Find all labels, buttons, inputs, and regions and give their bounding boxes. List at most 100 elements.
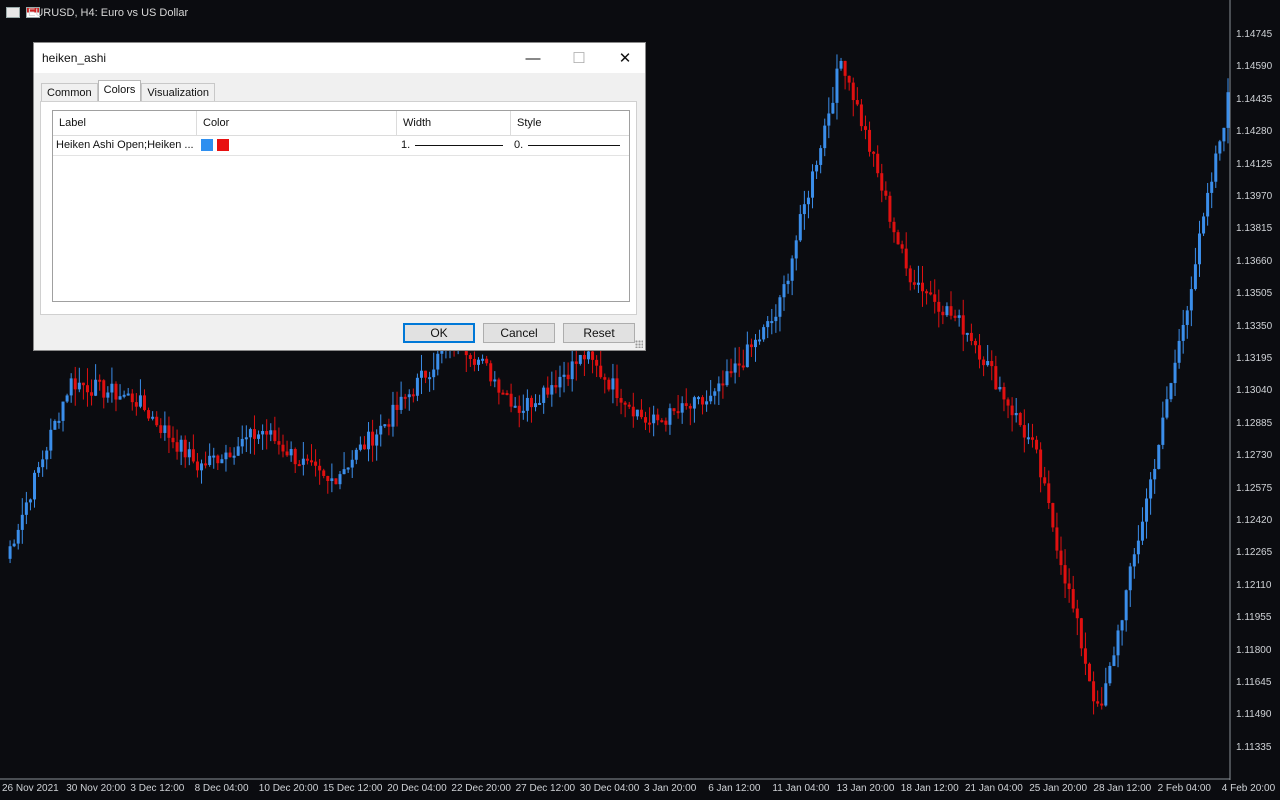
price-tick-label: 1.14125 bbox=[1236, 158, 1273, 170]
candle-body bbox=[1112, 655, 1116, 666]
candle-body bbox=[1173, 362, 1177, 384]
candle-body bbox=[261, 431, 265, 435]
chart-menu-icon[interactable] bbox=[6, 7, 20, 18]
candle-body bbox=[688, 405, 692, 409]
row-width-value[interactable]: 1. bbox=[401, 135, 413, 155]
candle-body bbox=[334, 478, 338, 485]
candle-body bbox=[994, 366, 998, 390]
candle-body bbox=[949, 306, 953, 316]
ok-button[interactable]: OK bbox=[403, 323, 475, 343]
candle-body bbox=[986, 361, 990, 366]
candle-body bbox=[513, 405, 517, 408]
candle-body bbox=[737, 363, 741, 366]
candle-body bbox=[863, 126, 867, 130]
candle-body bbox=[1149, 479, 1153, 499]
candle-body bbox=[45, 450, 49, 460]
candle-body bbox=[57, 420, 61, 423]
candle-body bbox=[228, 452, 232, 458]
candle-body bbox=[835, 68, 839, 103]
price-tick-label: 1.11645 bbox=[1236, 677, 1272, 688]
candle-body bbox=[843, 60, 847, 76]
candle-body bbox=[1153, 468, 1157, 480]
candle-body bbox=[607, 379, 611, 390]
candle-body bbox=[102, 380, 106, 398]
candle-body bbox=[1071, 589, 1075, 609]
price-tick-label: 1.12110 bbox=[1236, 579, 1272, 591]
minimize-icon[interactable]: — bbox=[510, 43, 556, 73]
candle-body bbox=[501, 392, 505, 395]
col-header-label[interactable]: Label bbox=[53, 111, 197, 135]
candle-body bbox=[827, 113, 831, 126]
candle-body bbox=[1185, 310, 1189, 325]
col-header-style[interactable]: Style bbox=[511, 111, 629, 135]
dialog-titlebar[interactable]: heiken_ashi — ☐ ✕ bbox=[34, 43, 645, 73]
maximize-icon: ☐ bbox=[572, 50, 586, 67]
candle-body bbox=[554, 385, 558, 388]
candle-body bbox=[1100, 703, 1104, 706]
candle-body bbox=[212, 455, 216, 458]
tab-colors[interactable]: Colors bbox=[97, 80, 142, 102]
candle-body bbox=[745, 344, 749, 368]
candle-body bbox=[1210, 181, 1214, 193]
price-tick-label: 1.13660 bbox=[1236, 255, 1273, 267]
price-tick-label: 1.13350 bbox=[1236, 320, 1273, 332]
candle-body bbox=[713, 391, 717, 396]
candle-body bbox=[672, 408, 676, 412]
candle-body bbox=[12, 543, 16, 547]
color-swatch-bear[interactable] bbox=[217, 139, 229, 151]
candle-body bbox=[269, 430, 273, 435]
candle-body bbox=[749, 344, 753, 348]
row-style-value[interactable]: 0. bbox=[514, 135, 526, 155]
candle-body bbox=[1030, 437, 1034, 440]
candle-body bbox=[90, 392, 94, 396]
candle-body bbox=[126, 393, 130, 396]
candle-body bbox=[676, 411, 680, 414]
candle-body bbox=[358, 444, 362, 450]
candle-body bbox=[216, 455, 220, 464]
candle-body bbox=[481, 358, 485, 361]
candle-body bbox=[705, 401, 709, 405]
candle-body bbox=[741, 365, 745, 368]
candle-body bbox=[379, 425, 383, 435]
color-swatch-bull[interactable] bbox=[201, 139, 213, 151]
candle-body bbox=[664, 420, 668, 425]
table-row[interactable]: Heiken Ashi Open;Heiken ... 1. 0. bbox=[53, 135, 629, 156]
candle-body bbox=[293, 449, 297, 465]
width-line-sample bbox=[415, 145, 503, 146]
candle-body bbox=[717, 383, 721, 392]
candle-body bbox=[1124, 590, 1128, 621]
date-tick-label: 30 Nov 20:00 bbox=[66, 783, 126, 794]
resize-grip-icon[interactable] bbox=[635, 340, 643, 348]
close-icon[interactable]: ✕ bbox=[602, 43, 648, 73]
candle-body bbox=[1075, 608, 1079, 619]
reset-button[interactable]: Reset bbox=[563, 323, 635, 343]
candle-body bbox=[1035, 439, 1039, 450]
tab-visualization[interactable]: Visualization bbox=[141, 83, 215, 102]
price-tick-label: 1.13040 bbox=[1236, 385, 1273, 397]
style-line-sample bbox=[528, 145, 620, 146]
candle-body bbox=[318, 465, 322, 471]
candle-body bbox=[998, 387, 1002, 390]
candle-body bbox=[391, 404, 395, 427]
candle-body bbox=[285, 451, 289, 456]
candle-body bbox=[692, 397, 696, 409]
candle-body bbox=[436, 353, 440, 370]
col-header-color[interactable]: Color bbox=[197, 111, 397, 135]
candle-body bbox=[753, 339, 757, 348]
candle-body bbox=[20, 514, 24, 530]
cancel-button[interactable]: Cancel bbox=[483, 323, 555, 343]
date-tick-label: 22 Dec 20:00 bbox=[451, 783, 511, 794]
price-tick-label: 1.12575 bbox=[1236, 482, 1273, 494]
col-header-width[interactable]: Width bbox=[397, 111, 511, 135]
candle-body bbox=[65, 395, 69, 402]
tab-common[interactable]: Common bbox=[41, 83, 98, 102]
candle-body bbox=[1116, 630, 1120, 656]
candle-body bbox=[819, 148, 823, 165]
candle-body bbox=[766, 321, 770, 328]
candle-body bbox=[721, 383, 725, 386]
candle-body bbox=[696, 397, 700, 400]
candle-body bbox=[941, 311, 945, 316]
candle-body bbox=[138, 395, 142, 407]
candle-body bbox=[1047, 483, 1051, 504]
candle-body bbox=[599, 365, 603, 378]
